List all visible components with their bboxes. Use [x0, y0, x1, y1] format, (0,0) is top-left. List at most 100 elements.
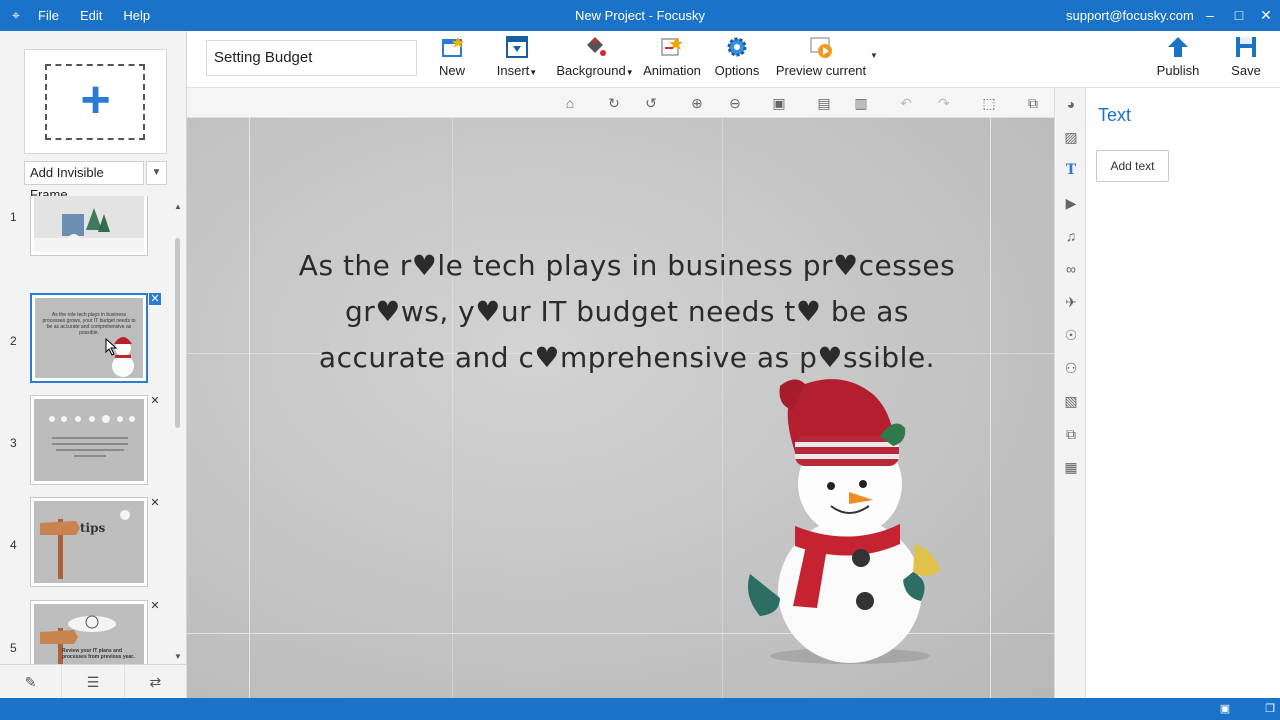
slide-thumbnail[interactable]: Review your IT plans and processes from …	[30, 600, 148, 664]
link-icon[interactable]: ∞	[1061, 259, 1081, 279]
menu-bar: File Edit Help	[38, 8, 171, 23]
slide-body-text[interactable]: As the r♥le tech plays in business pr♥ce…	[287, 243, 967, 381]
options-button[interactable]: Options	[713, 35, 761, 85]
support-email-link[interactable]: support@focusky.com	[1066, 8, 1194, 23]
layout-icon[interactable]: ▦	[1061, 457, 1081, 477]
frame-guide	[990, 118, 991, 698]
chevron-down-icon[interactable]: ▼	[146, 161, 167, 185]
monitor-icon[interactable]: ▣	[1217, 701, 1233, 717]
edit-slide-icon[interactable]: ✎	[0, 665, 63, 698]
shapes-icon[interactable]: ◕	[1061, 94, 1081, 114]
select-area-icon[interactable]: ⬚	[979, 93, 999, 113]
insert-tools-strip: ◕ ▨ T ▶ ♫ ∞ ✈ ☉ ⚇ ▧ ⧉ ▦	[1054, 88, 1086, 698]
preview-play-icon	[809, 35, 833, 59]
floppy-disk-icon	[1234, 35, 1258, 59]
slide-number: 2	[10, 334, 17, 348]
save-button[interactable]: Save	[1230, 35, 1262, 85]
menu-edit[interactable]: Edit	[80, 8, 102, 23]
slide-item-2[interactable]: 2 As the role tech plays in business pro…	[0, 293, 172, 389]
scroll-up-icon[interactable]: ▲	[172, 202, 184, 214]
zoom-out-icon[interactable]: ⊖	[725, 93, 745, 113]
cursor-icon	[105, 338, 118, 356]
plane-icon[interactable]: ✈	[1061, 292, 1081, 312]
compass-icon[interactable]: ☉	[1061, 325, 1081, 345]
menu-help[interactable]: Help	[123, 8, 150, 23]
paste-icon[interactable]: ▥	[851, 93, 871, 113]
video-icon[interactable]: ▶	[1061, 193, 1081, 213]
frame-guide	[722, 118, 723, 698]
slide-settings-icon[interactable]: ☰	[62, 665, 125, 698]
slide-thumbnail[interactable]: tips	[30, 497, 148, 587]
slide-thumbnail[interactable]: As the role tech plays in business proce…	[30, 293, 148, 383]
paint-bucket-icon	[583, 35, 607, 59]
rotate-left-icon[interactable]: ↺	[641, 93, 661, 113]
preview-current-button[interactable]: Preview current	[774, 35, 868, 85]
add-invisible-frame-button[interactable]: Add Invisible Frame	[24, 161, 144, 202]
signpost-thumbnail	[40, 510, 130, 579]
slides-panel: + Add Invisible Frame ▼ 1 2 As the role …	[0, 31, 187, 698]
home-icon[interactable]: ⌂	[560, 93, 580, 113]
slide-number: 3	[10, 436, 17, 450]
slide-item-3[interactable]: 3 ✕	[0, 395, 172, 491]
animation-button[interactable]: Animation	[643, 35, 701, 85]
publish-upload-icon	[1166, 35, 1190, 59]
new-button[interactable]: New	[436, 35, 468, 85]
insert-button[interactable]: Insert▼	[494, 35, 540, 85]
lock-icon[interactable]: ▣	[769, 93, 789, 113]
app-logo-icon: ⌖	[12, 7, 20, 23]
add-frame-button[interactable]: +	[24, 49, 167, 154]
slide-item-1[interactable]: 1	[0, 196, 172, 268]
slide-number: 4	[10, 538, 17, 552]
slide-list-scrollbar[interactable]: ▲ ▼	[172, 196, 184, 666]
slide-item-5[interactable]: 5 Review your IT plans and processes fro…	[0, 600, 172, 664]
close-window-icon[interactable]: ✕	[1256, 5, 1276, 25]
fullscreen-icon[interactable]: ❐	[1262, 701, 1278, 717]
layers-icon[interactable]: ⧉	[1061, 424, 1081, 444]
preview-dropdown-icon[interactable]: ▼	[870, 51, 878, 60]
background-button[interactable]: Background▼	[555, 35, 635, 85]
gear-icon	[725, 35, 749, 59]
minimize-icon[interactable]: –	[1200, 5, 1220, 25]
rotate-right-icon[interactable]: ↻	[604, 93, 624, 113]
canvas-toolbar: ⌂ ↻ ↺ ⊕ ⊖ ▣ ▤ ▥ ↶ ↷ ⬚ ⧉	[187, 88, 1054, 118]
close-icon[interactable]: ✕	[149, 497, 161, 509]
publish-button[interactable]: Publish	[1155, 35, 1201, 85]
thumbnail-text: As the role tech plays in business proce…	[42, 312, 136, 336]
slide-number: 5	[10, 641, 17, 655]
template-icon[interactable]: ▧	[1061, 391, 1081, 411]
thumbnail-text: Review your IT plans and processes from …	[62, 648, 135, 660]
image-icon[interactable]: ▨	[1061, 127, 1081, 147]
add-text-button[interactable]: Add text	[1096, 150, 1169, 182]
window-mode-icon[interactable]: ⧉	[1023, 93, 1043, 113]
title-bar: ⌖ File Edit Help New Project - Focusky s…	[0, 0, 1280, 31]
menu-file[interactable]: File	[38, 8, 59, 23]
close-icon[interactable]: ✕	[149, 600, 161, 612]
project-name-input[interactable]: Setting Budget	[206, 40, 417, 76]
slide-thumbnail[interactable]	[30, 395, 148, 485]
close-icon[interactable]: ✕	[149, 395, 161, 407]
slide-list: 1 2 As the role tech plays in business p…	[0, 196, 172, 664]
winter-scene-thumbnail	[34, 196, 144, 252]
snowman-image[interactable]	[735, 376, 955, 666]
editing-canvas[interactable]: As the r♥le tech plays in business pr♥ce…	[187, 118, 1054, 698]
properties-panel: Text Add text	[1086, 88, 1280, 698]
zoom-in-icon[interactable]: ⊕	[687, 93, 707, 113]
frame-guide	[452, 118, 453, 698]
slide-thumbnail[interactable]	[30, 196, 148, 256]
music-icon[interactable]: ♫	[1061, 226, 1081, 246]
redo-icon[interactable]: ↷	[934, 93, 954, 113]
close-icon[interactable]: ✕	[149, 293, 161, 305]
thumbnail-tips-text: tips	[80, 521, 106, 535]
characters-icon[interactable]: ⚇	[1061, 358, 1081, 378]
maximize-icon[interactable]: □	[1229, 5, 1249, 25]
undo-icon[interactable]: ↶	[896, 93, 916, 113]
scrollbar-thumb[interactable]	[175, 238, 180, 428]
swap-slides-icon[interactable]: ⇄	[125, 665, 187, 698]
panel-heading: Text	[1098, 105, 1132, 125]
main-toolbar: Setting Budget New Insert▼ Background▼ A…	[187, 31, 1280, 88]
text-tool-icon[interactable]: T	[1061, 160, 1081, 180]
insert-icon	[505, 35, 529, 59]
slide-item-4[interactable]: 4 tips ✕	[0, 497, 172, 593]
scroll-down-icon[interactable]: ▼	[172, 652, 184, 664]
copy-icon[interactable]: ▤	[814, 93, 834, 113]
